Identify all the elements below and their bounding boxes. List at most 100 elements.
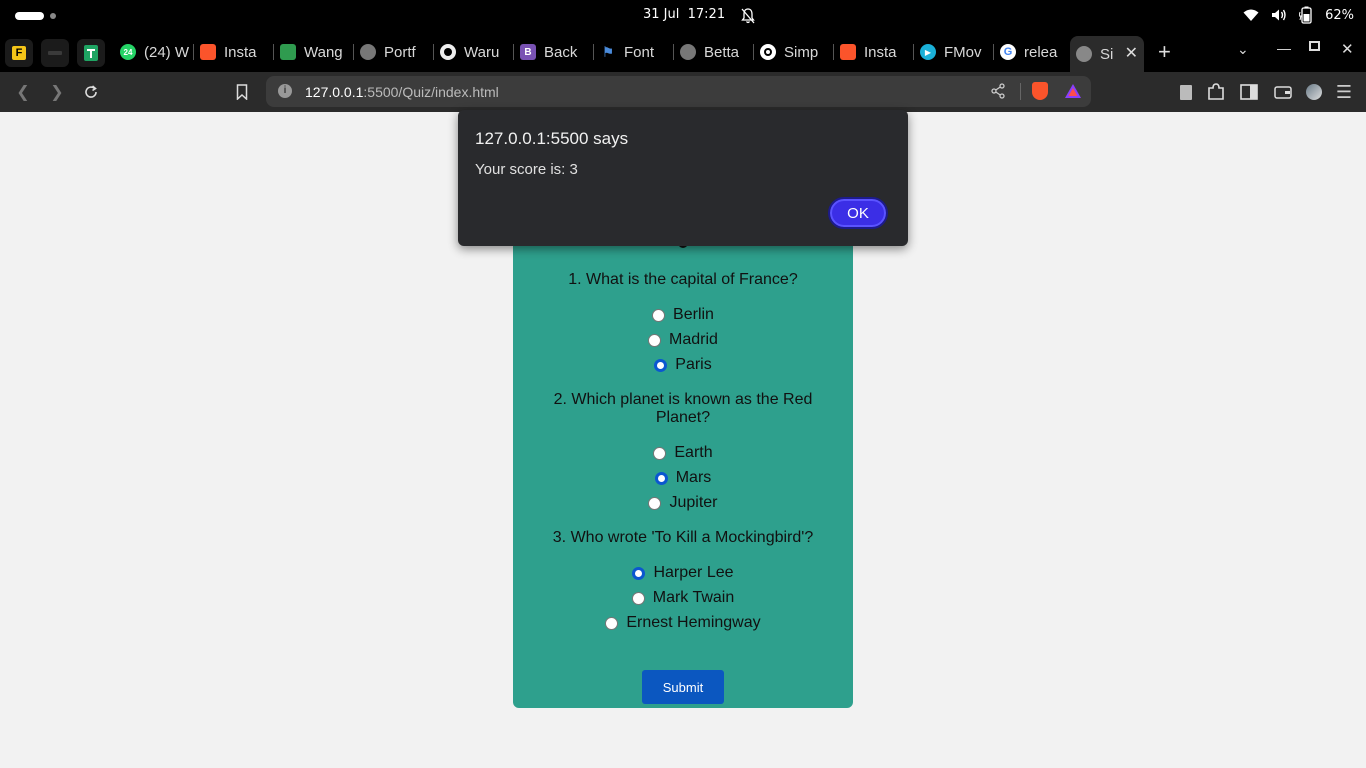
globe-icon — [360, 44, 376, 60]
browser-toolbar: ❮ ❯ i 127.0.0.1:5500/Quiz/index.html ☰ — [0, 72, 1366, 112]
browser-tab-strip: F 24 (24) W Insta Wang Portf Waru B Back… — [0, 32, 1366, 72]
f-logo-icon: F — [12, 46, 26, 60]
tab-label: Insta — [864, 43, 897, 61]
option-ernest-hemingway[interactable]: Ernest Hemingway — [513, 614, 853, 632]
radio-button[interactable] — [652, 308, 666, 322]
brave-shields-icon[interactable] — [1032, 82, 1048, 100]
tab-instagram-1[interactable]: Insta — [194, 36, 274, 68]
reader-mode-icon[interactable] — [1176, 82, 1196, 102]
pinned-tab-sheets[interactable] — [77, 39, 105, 67]
option-mark-twain[interactable]: Mark Twain — [513, 589, 853, 607]
radio-button-checked[interactable] — [654, 471, 668, 485]
close-window-icon[interactable]: ✕ — [1341, 40, 1354, 58]
wallet-icon[interactable] — [1273, 82, 1293, 102]
tab-label: Insta — [224, 43, 257, 61]
tab-github[interactable]: Waru — [434, 36, 514, 68]
sidebar-icon[interactable] — [1239, 82, 1259, 102]
pinned-tab-terminal[interactable] — [41, 39, 69, 67]
pinned-tab-f[interactable]: F — [5, 39, 33, 67]
share-icon[interactable] — [990, 83, 1006, 104]
tab-label: Waru — [464, 43, 500, 61]
play-icon: ▶ — [920, 44, 936, 60]
radio-button[interactable] — [631, 591, 645, 605]
back-icon[interactable]: ❮ — [13, 82, 33, 102]
new-tab-icon[interactable]: + — [1158, 39, 1171, 65]
reload-icon[interactable] — [81, 82, 101, 102]
tab-label: relea — [1024, 43, 1058, 61]
tab-label: Betta — [704, 43, 740, 61]
sheets-icon — [84, 45, 98, 61]
url-divider — [1020, 83, 1021, 100]
radio-button-checked[interactable] — [632, 566, 646, 580]
extensions-icon[interactable] — [1206, 82, 1226, 102]
forward-icon[interactable]: ❯ — [47, 82, 67, 102]
question-2: 2. Which planet is known as the Red Plan… — [553, 391, 813, 426]
brave-icon — [840, 44, 856, 60]
tab-close-icon[interactable]: ✕ — [1125, 43, 1138, 63]
wifi-icon — [1243, 9, 1259, 21]
radio-button-checked[interactable] — [654, 358, 668, 372]
activities-indicator[interactable] — [15, 12, 44, 20]
option-madrid[interactable]: Madrid — [513, 331, 853, 349]
restore-icon[interactable] — [1309, 41, 1320, 51]
tab-portfolio[interactable]: Portf — [354, 36, 434, 68]
tab-label: Simp — [784, 43, 819, 61]
tab-label: FMov — [944, 43, 982, 61]
tab-simp[interactable]: Simp — [754, 36, 834, 68]
option-earth[interactable]: Earth — [513, 444, 853, 462]
tab-bootstrap[interactable]: B Back — [514, 36, 594, 68]
battery-percentage: 62% — [1325, 7, 1354, 23]
whatsapp-icon: 24 — [120, 44, 136, 60]
workspace-dot — [50, 13, 56, 19]
brave-rewards-icon[interactable] — [1064, 83, 1082, 104]
bookmark-icon[interactable] — [232, 82, 252, 102]
profile-avatar[interactable] — [1304, 82, 1324, 102]
address-bar[interactable]: i 127.0.0.1:5500/Quiz/index.html — [266, 76, 1091, 107]
radio-button[interactable] — [648, 496, 662, 510]
tab-fontawesome[interactable]: ⚑ Font — [594, 36, 674, 68]
terminal-icon — [48, 51, 62, 55]
tab-label: Portf — [384, 43, 416, 61]
option-mars[interactable]: Mars — [513, 469, 853, 487]
tab-wang[interactable]: Wang — [274, 36, 354, 68]
radio-button[interactable] — [653, 446, 667, 460]
tab-label: Si — [1100, 45, 1114, 63]
tab-label: Back — [544, 43, 578, 61]
option-jupiter[interactable]: Jupiter — [513, 494, 853, 512]
site-info-icon[interactable]: i — [278, 84, 292, 98]
tab-active-quiz[interactable]: Si ✕ — [1070, 36, 1144, 72]
system-status-area[interactable]: 62% — [1243, 6, 1354, 24]
dialog-origin: 127.0.0.1:5500 says — [475, 129, 629, 148]
tab-whatsapp[interactable]: 24 (24) W — [114, 36, 194, 68]
notifications-muted-icon[interactable] — [741, 8, 755, 24]
tab-label: Font — [624, 43, 655, 61]
clock[interactable]: 31 Jul 17:21 — [643, 7, 725, 22]
os-top-bar: 31 Jul 17:21 62% — [0, 0, 1366, 32]
app-icon — [280, 44, 296, 60]
ok-button[interactable]: OK — [828, 197, 888, 229]
option-harper-lee[interactable]: Harper Lee — [513, 564, 853, 582]
alert-dialog: 127.0.0.1:5500 says Your score is: 3 OK — [458, 110, 908, 246]
tab-search-chevron-icon[interactable]: ⌄ — [1237, 41, 1249, 58]
tab-fmovies[interactable]: ▶ FMov — [914, 36, 994, 68]
globe-icon — [1076, 46, 1092, 62]
option-paris[interactable]: Paris — [513, 356, 853, 374]
menu-icon[interactable]: ☰ — [1334, 82, 1354, 102]
volume-icon — [1272, 9, 1286, 21]
address-text: 127.0.0.1:5500/Quiz/index.html — [305, 84, 499, 100]
radio-button[interactable] — [648, 333, 662, 347]
tab-betta[interactable]: Betta — [674, 36, 754, 68]
tab-instagram-2[interactable]: Insta — [834, 36, 914, 68]
tab-label: (24) W — [144, 43, 189, 61]
flag-icon: ⚑ — [601, 43, 615, 60]
bootstrap-icon: B — [520, 44, 536, 60]
quiz-container: 1. What is the capital of France? Berlin… — [513, 240, 853, 708]
question-3: 3. Who wrote 'To Kill a Mockingbird'? — [552, 529, 814, 546]
minimize-icon[interactable]: — — [1277, 40, 1291, 56]
globe-icon — [680, 44, 696, 60]
battery-charging-icon — [1299, 6, 1312, 24]
radio-button[interactable] — [605, 616, 619, 630]
option-berlin[interactable]: Berlin — [513, 306, 853, 324]
tab-google[interactable]: G relea — [994, 36, 1074, 68]
submit-button[interactable]: Submit — [642, 670, 724, 704]
